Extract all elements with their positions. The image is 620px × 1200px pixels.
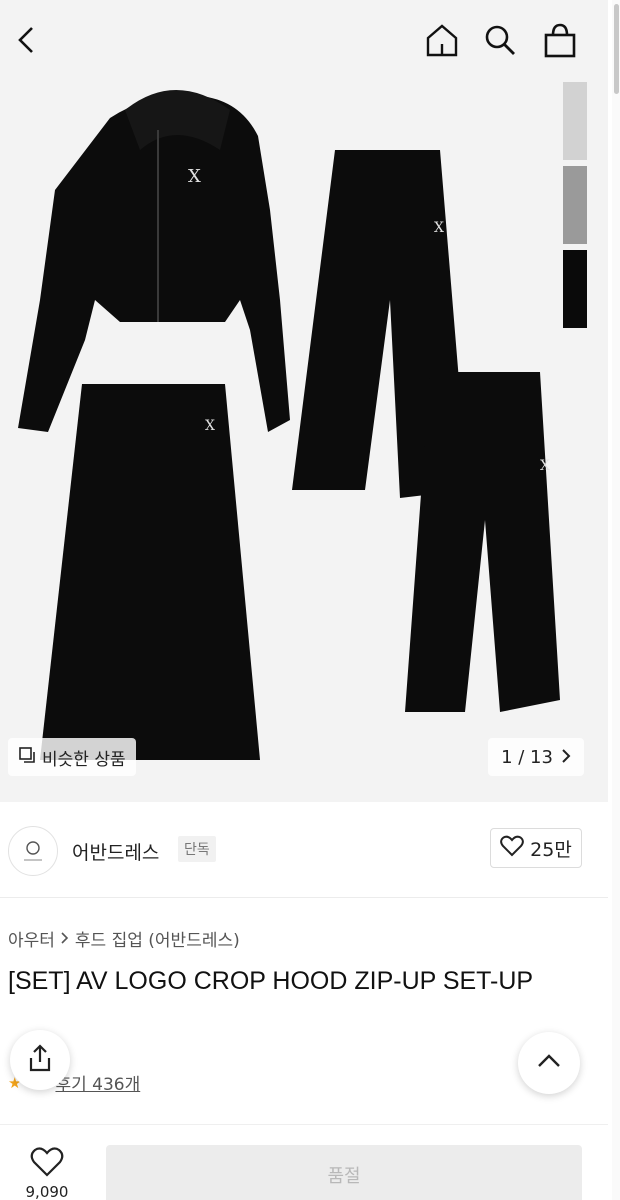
chevron-right-icon <box>61 929 69 949</box>
brand-logo[interactable] <box>8 826 58 876</box>
scrollbar[interactable] <box>612 0 620 1200</box>
image-pager[interactable]: 1 / 13 <box>488 738 584 776</box>
similar-label: 비슷한 상품 <box>42 749 126 770</box>
bottom-action-bar: 9,090 품절 <box>0 1124 608 1200</box>
share-button[interactable] <box>10 1030 70 1090</box>
brand-name[interactable]: 어반드레스 <box>72 838 159 865</box>
chevron-left-icon[interactable] <box>6 20 46 60</box>
swatch-light-gray[interactable] <box>563 82 587 160</box>
svg-text:X: X <box>205 418 215 434</box>
top-navigation <box>0 0 620 80</box>
shopping-bag-icon[interactable] <box>540 20 580 60</box>
heart-icon <box>30 1147 64 1181</box>
exclusive-badge: 단독 <box>178 836 216 862</box>
wishlist-button[interactable]: 9,090 <box>12 1147 82 1200</box>
similar-icon <box>18 746 36 769</box>
breadcrumb: 아우터 후드 집업 (어반드레스) <box>8 926 240 951</box>
scroll-top-button[interactable] <box>518 1032 580 1094</box>
product-photo: X X X X <box>0 0 608 802</box>
swatch-black[interactable] <box>563 250 587 328</box>
share-icon <box>27 1044 53 1076</box>
similar-products-button[interactable]: 비슷한 상품 <box>8 738 136 776</box>
heart-icon <box>500 835 525 862</box>
soldout-button: 품절 <box>106 1145 582 1200</box>
svg-text:X: X <box>434 220 444 236</box>
svg-text:X: X <box>540 458 550 474</box>
wish-count: 9,090 <box>25 1183 69 1200</box>
search-icon[interactable] <box>480 20 520 60</box>
color-swatches <box>563 82 589 334</box>
breadcrumb-item[interactable]: 후드 집업 (어반드레스) <box>75 926 240 951</box>
like-count: 25만 <box>530 838 572 861</box>
product-title: [SET] AV LOGO CROP HOOD ZIP-UP SET-UP <box>8 967 534 995</box>
page-indicator: 1 / 13 <box>501 746 553 768</box>
product-image[interactable]: X X X X <box>0 0 608 802</box>
chevron-right-icon <box>561 747 571 768</box>
swatch-gray[interactable] <box>563 166 587 244</box>
breadcrumb-item[interactable]: 아우터 <box>8 926 55 951</box>
svg-text:X: X <box>188 166 201 187</box>
home-icon[interactable] <box>422 20 462 60</box>
review-link[interactable]: 후기 436개 <box>55 1070 140 1095</box>
chevron-up-icon <box>537 1053 561 1073</box>
brand-like-button[interactable]: 25만 <box>490 828 582 868</box>
